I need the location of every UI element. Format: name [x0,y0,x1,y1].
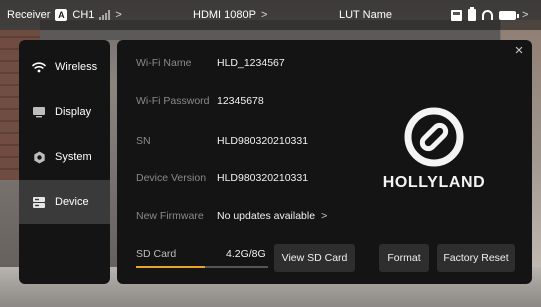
status-icons[interactable]: > [451,0,528,30]
battery-icon [499,10,519,20]
receiver-status[interactable]: Receiver A CH1 > [7,0,122,30]
sn-label: SN [136,135,151,147]
device-version-value: HLD980320210331 [217,172,309,184]
firmware-status: No updates available [217,210,316,222]
sn-value: HLD980320210331 [217,135,309,147]
sd-card-usage-bar [136,266,268,268]
device-info-panel: × Wi-Fi Name HLD_1234567 Wi-Fi Password … [117,40,532,284]
sd-card-icon [451,9,462,21]
format-button[interactable]: Format [379,244,429,272]
wifi-icon [32,60,46,74]
sidebar-item-device[interactable]: Device [19,180,110,224]
sidebar-item-system[interactable]: System [19,135,110,179]
sidebar-item-label: System [55,151,92,163]
device-version-label: Device Version [136,172,207,184]
wifi-password-label: Wi-Fi Password [136,95,210,107]
sd-card-label: SD Card [136,248,177,260]
wifi-name-value: HLD_1234567 [217,57,285,69]
sd-card-usage: 4.2G/8G [226,248,266,260]
lut-label: LUT Name [339,9,392,21]
hdmi-status[interactable]: HDMI 1080P > [193,0,267,30]
channel-badge: A [55,9,68,21]
wifi-name-label: Wi-Fi Name [136,57,192,69]
sidebar-item-label: Display [55,106,92,118]
chevron-right-icon: > [115,9,122,21]
brand-name: HOLLYLAND [382,174,486,191]
close-icon[interactable]: × [511,43,527,59]
new-firmware-label: New Firmware [136,210,204,222]
headphone-icon [482,10,493,20]
settings-sidebar: Wireless Display System Device [19,40,110,284]
channel-label: CH1 [72,9,95,21]
view-sd-card-button[interactable]: View SD Card [274,244,355,272]
monitor-icon [32,105,46,119]
hollyland-logo-icon [404,107,464,167]
chevron-right-icon: > [260,9,268,21]
status-bar: Receiver A CH1 > HDMI 1080P > LUT Name > [0,0,541,30]
firmware-update-link[interactable]: No updates available > [217,210,327,222]
chevron-right-icon: > [522,9,529,21]
transmitter-battery-icon [468,7,476,21]
sd-card-usage-fill [136,266,206,268]
gear-icon [32,150,46,164]
receiver-label: Receiver [7,9,51,21]
chevron-right-icon: > [321,210,328,222]
sidebar-item-display[interactable]: Display [19,90,110,134]
lut-status[interactable]: LUT Name [339,0,392,30]
hdmi-label: HDMI 1080P [193,9,256,21]
brand-logo: HOLLYLAND [374,106,494,206]
sidebar-item-wireless[interactable]: Wireless [19,45,110,89]
sidebar-item-label: Wireless [55,61,98,73]
wifi-password-value: 12345678 [217,95,264,107]
signal-bars-icon [99,10,111,20]
sidebar-item-label: Device [55,196,89,208]
device-icon [32,195,46,209]
factory-reset-button[interactable]: Factory Reset [437,244,515,272]
